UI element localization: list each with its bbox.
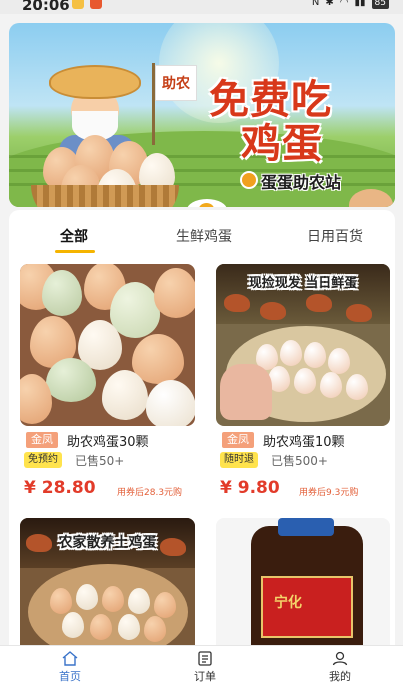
- egg-photo: [46, 358, 96, 402]
- egg-basket: [31, 185, 179, 207]
- tab-indicator: [55, 250, 95, 253]
- product-price: ¥ 28.80: [24, 478, 96, 498]
- image-caption: 农家散养土鸡蛋: [58, 535, 157, 551]
- product-price: ¥ 9.80: [220, 478, 280, 498]
- status-bar: 20:06 N ✱ ◠ ▮▮ 85: [0, 0, 403, 14]
- egg-photo: [320, 372, 342, 398]
- nav-home-label: 首页: [59, 670, 81, 683]
- egg-photo: [144, 616, 166, 642]
- tab-fresh-eggs[interactable]: 生鲜鸡蛋: [176, 226, 232, 246]
- bottle-label-text: 宁化: [274, 595, 302, 611]
- product-image[interactable]: [20, 264, 195, 426]
- egg-photo: [118, 614, 140, 640]
- egg-photo: [280, 340, 302, 366]
- egg-photo: [128, 588, 150, 614]
- notification-app-icon: [90, 0, 102, 9]
- chicken: [224, 294, 250, 312]
- chicken: [260, 302, 286, 320]
- battery-icon: 85: [371, 0, 389, 9]
- status-indicators: N ✱ ◠ ▮▮ 85: [312, 0, 389, 9]
- signal-icon: ▮▮: [354, 0, 366, 8]
- status-time: 20:06: [22, 0, 70, 14]
- egg-photo: [154, 268, 195, 318]
- banner-headline: 鸡蛋: [241, 121, 323, 167]
- notification-app-icon: [72, 0, 84, 9]
- egg-photo: [90, 614, 112, 640]
- brand-tag: 金凤: [26, 432, 58, 448]
- brand-name: 蛋蛋助农站: [261, 173, 342, 192]
- egg-photo: [328, 348, 350, 374]
- chicken: [346, 304, 372, 322]
- service-badge: 免预约: [24, 452, 62, 468]
- egg-photo: [102, 370, 148, 420]
- bottom-nav: 首页 订单 我的: [0, 645, 403, 685]
- nav-orders-label: 订单: [194, 670, 216, 683]
- product-image[interactable]: 农家散养土鸡蛋: [20, 518, 195, 653]
- nav-orders[interactable]: 订单: [165, 646, 245, 685]
- egg-photo: [154, 592, 176, 618]
- product-title[interactable]: 助农鸡蛋10颗: [263, 431, 345, 450]
- product-image[interactable]: 宁化: [216, 518, 390, 653]
- product-title[interactable]: 助农鸡蛋30颗: [67, 431, 149, 450]
- egg-photo: [62, 612, 84, 638]
- brand-tag: 金凤: [222, 432, 254, 448]
- nav-profile-label: 我的: [329, 670, 351, 683]
- egg-photo: [304, 342, 326, 368]
- tab-all[interactable]: 全部: [60, 226, 88, 246]
- service-badge: 随时退: [220, 452, 258, 468]
- wifi-icon: ◠: [339, 0, 349, 8]
- sold-count: 已售50+: [75, 454, 125, 468]
- egg-photo: [346, 374, 368, 400]
- nav-profile[interactable]: 我的: [300, 646, 380, 685]
- egg-photo: [50, 588, 72, 614]
- egg-photo: [294, 368, 316, 394]
- egg-photo: [146, 380, 195, 426]
- order-icon: [198, 651, 212, 666]
- image-caption: 现捡现发 当日鲜蛋: [248, 276, 358, 291]
- egg-photo: [110, 282, 160, 338]
- product-image[interactable]: 现捡现发 当日鲜蛋: [216, 264, 390, 426]
- nav-home[interactable]: 首页: [30, 646, 110, 685]
- egg-photo: [42, 270, 82, 316]
- flag-label: 助农: [155, 65, 197, 101]
- chicken: [306, 294, 332, 312]
- hand-holding-egg: [220, 364, 272, 420]
- egg-photo: [102, 586, 124, 612]
- bluetooth-icon: ✱: [325, 0, 334, 8]
- sold-count: 已售500+: [271, 454, 328, 468]
- straw-hat: [49, 65, 141, 99]
- bottle-cap: [278, 518, 334, 536]
- egg-photo: [76, 584, 98, 610]
- profile-icon: [332, 651, 348, 666]
- promo-banner[interactable]: 助农 免费吃 鸡蛋 蛋蛋助农站: [9, 23, 395, 207]
- tab-daily-goods[interactable]: 日用百货: [307, 226, 363, 246]
- coupon-note: 用券后28.3元购: [117, 488, 183, 498]
- nfc-icon: N: [311, 0, 320, 8]
- coupon-note: 用券后9.3元购: [299, 488, 359, 498]
- egg-logo-icon: [240, 171, 258, 189]
- home-icon: [62, 651, 78, 666]
